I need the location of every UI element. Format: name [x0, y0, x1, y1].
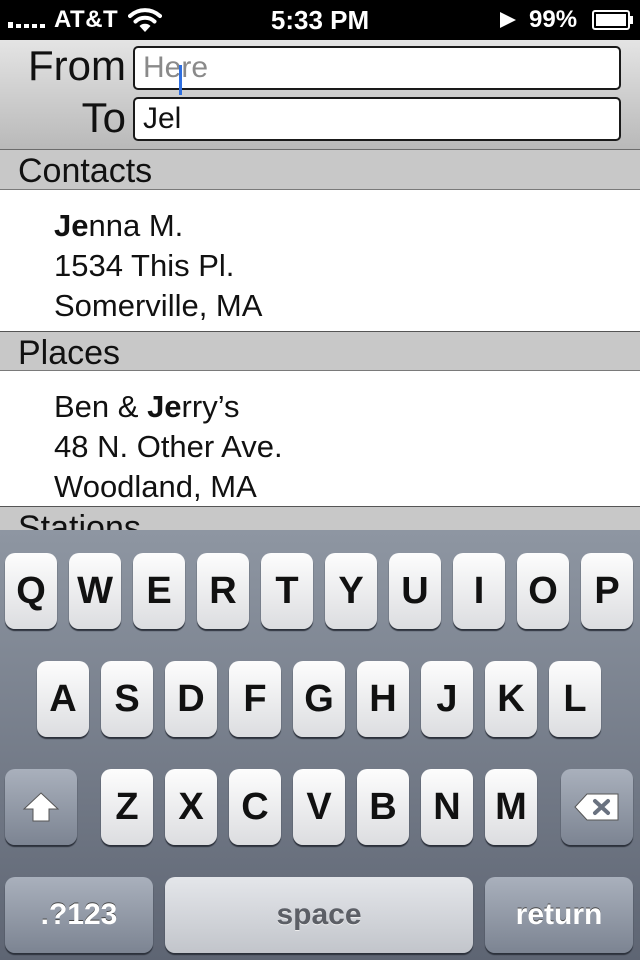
result-name: Jenna M.: [54, 206, 640, 246]
key-g[interactable]: G: [293, 661, 345, 737]
key-u[interactable]: U: [389, 553, 441, 629]
key-d[interactable]: D: [165, 661, 217, 737]
route-header: From To: [0, 40, 640, 150]
numbers-mode-key[interactable]: .?123: [5, 877, 153, 953]
space-key[interactable]: space: [165, 877, 473, 953]
key-s[interactable]: S: [101, 661, 153, 737]
location-icon: [500, 12, 516, 28]
backspace-icon: [574, 793, 619, 821]
from-label: From: [28, 42, 126, 89]
result-city: Woodland, MA: [54, 469, 257, 504]
keyboard: Q W E R T Y U I O P A S D F G H J K L Z …: [0, 530, 640, 960]
battery-icon: [592, 10, 633, 30]
results-list: Contacts Jenna M. 1534 This Pl. Somervil…: [0, 150, 640, 530]
result-name-prefix: Ben &: [54, 389, 148, 424]
from-input[interactable]: [133, 46, 621, 90]
contact-result[interactable]: Jenna M. 1534 This Pl. Somerville, MA: [0, 190, 640, 331]
text-cursor: [179, 65, 182, 95]
key-r[interactable]: R: [197, 553, 249, 629]
shift-key[interactable]: [5, 769, 77, 845]
result-address: 48 N. Other Ave.: [54, 429, 283, 464]
key-h[interactable]: H: [357, 661, 409, 737]
key-t[interactable]: T: [261, 553, 313, 629]
key-f[interactable]: F: [229, 661, 281, 737]
key-i[interactable]: I: [453, 553, 505, 629]
result-address: 1534 This Pl.: [54, 248, 235, 283]
result-name-rest: rry’s: [181, 389, 240, 424]
to-label: To: [81, 94, 126, 141]
result-name: Ben & Jerry’s: [54, 387, 640, 427]
shift-arrow-icon: [22, 792, 60, 822]
key-k[interactable]: K: [485, 661, 537, 737]
key-x[interactable]: X: [165, 769, 217, 845]
key-j[interactable]: J: [421, 661, 473, 737]
place-result[interactable]: Ben & Jerry’s 48 N. Other Ave. Woodland,…: [0, 371, 640, 506]
result-name-rest: nna M.: [88, 208, 184, 243]
battery-percent: 99%: [529, 6, 578, 33]
key-w[interactable]: W: [69, 553, 121, 629]
key-q[interactable]: Q: [5, 553, 57, 629]
key-l[interactable]: L: [549, 661, 601, 737]
key-p[interactable]: P: [581, 553, 633, 629]
key-m[interactable]: M: [485, 769, 537, 845]
status-bar: AT&T 5:33 PM 99%: [0, 0, 640, 40]
key-v[interactable]: V: [293, 769, 345, 845]
match-highlight: Je: [54, 208, 89, 243]
key-o[interactable]: O: [517, 553, 569, 629]
key-y[interactable]: Y: [325, 553, 377, 629]
key-b[interactable]: B: [357, 769, 409, 845]
key-n[interactable]: N: [421, 769, 473, 845]
key-c[interactable]: C: [229, 769, 281, 845]
key-a[interactable]: A: [37, 661, 89, 737]
return-key[interactable]: return: [485, 877, 633, 953]
section-header-contacts: Contacts: [0, 150, 640, 190]
key-z[interactable]: Z: [101, 769, 153, 845]
delete-key[interactable]: [561, 769, 633, 845]
match-highlight: Je: [147, 389, 182, 424]
result-city: Somerville, MA: [54, 288, 263, 323]
key-e[interactable]: E: [133, 553, 185, 629]
section-header-stations: Stations: [0, 506, 640, 530]
section-header-places: Places: [0, 331, 640, 372]
to-input[interactable]: [133, 97, 621, 141]
